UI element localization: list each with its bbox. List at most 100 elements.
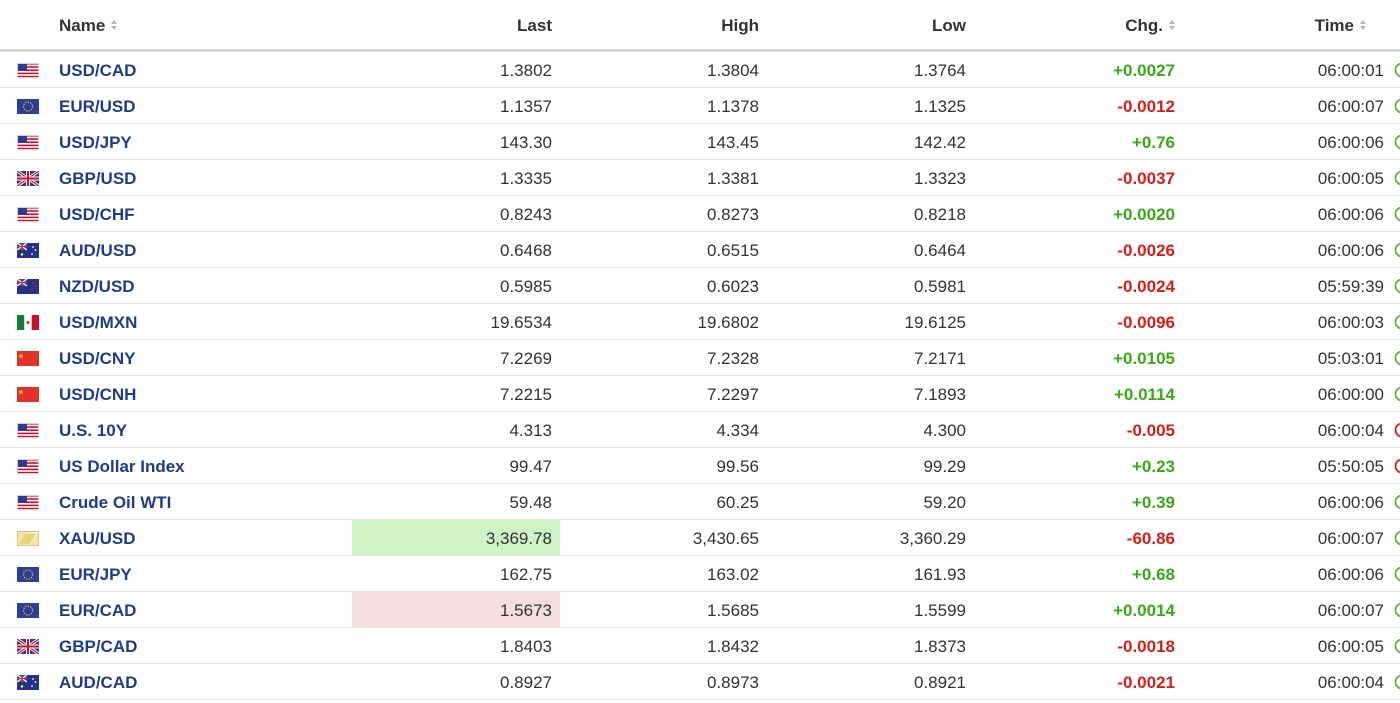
change-value: +0.0020 — [1113, 205, 1175, 224]
instrument-name-link[interactable]: EUR/CAD — [59, 592, 136, 627]
update-time: 06:00:07 — [1317, 601, 1384, 620]
update-time: 06:00:00 — [1317, 385, 1384, 404]
sort-icon — [110, 19, 118, 31]
table-row[interactable]: USD/CHF 0.8243 0.8273 0.8218 +0.0020 06:00:06 — [0, 196, 1400, 232]
market-open-icon — [1394, 170, 1400, 186]
table-row[interactable]: GBP/USD 1.3335 1.3381 1.3323 -0.0037 06:00:05 — [0, 160, 1400, 196]
high-price: 19.6802 — [697, 313, 759, 332]
instrument-name-link[interactable]: USD/CNH — [59, 376, 136, 411]
last-price: 99.47 — [509, 457, 552, 476]
low-price: 0.8218 — [914, 205, 966, 224]
low-price: 0.5981 — [914, 277, 966, 296]
table-row[interactable]: NZD/USD 0.5985 0.6023 0.5981 -0.0024 05:59:39 — [0, 268, 1400, 304]
market-open-icon — [1394, 602, 1400, 618]
instrument-name-link[interactable]: Crude Oil WTI — [59, 484, 171, 519]
market-open-icon — [1394, 638, 1400, 654]
instrument-name-link[interactable]: GBP/CAD — [59, 628, 137, 663]
header-high: High — [721, 16, 759, 35]
table-row[interactable]: GBP/CAD 1.8403 1.8432 1.8373 -0.0018 06:00:05 — [0, 628, 1400, 664]
last-price: 162.75 — [500, 565, 552, 584]
high-price: 143.45 — [707, 133, 759, 152]
table-row[interactable]: AUD/USD 0.6468 0.6515 0.6464 -0.0026 06:00:06 — [0, 232, 1400, 268]
update-time: 05:59:39 — [1317, 277, 1384, 296]
table-row[interactable]: US Dollar Index 99.47 99.56 99.29 +0.23 05:50… — [0, 448, 1400, 484]
change-value: -60.86 — [1126, 529, 1175, 548]
instrument-name-link[interactable]: USD/CNY — [59, 340, 136, 375]
market-open-icon — [1394, 530, 1400, 546]
market-open-icon — [1394, 278, 1400, 294]
change-value: -0.0021 — [1117, 673, 1175, 692]
update-time: 06:00:04 — [1317, 421, 1384, 440]
header-name[interactable]: Name — [59, 0, 118, 52]
instrument-name-link[interactable]: XAU/USD — [59, 520, 136, 555]
instrument-name-link[interactable]: USD/MXN — [59, 304, 137, 339]
sort-icon — [1359, 19, 1367, 31]
instrument-name-link[interactable]: US Dollar Index — [59, 448, 185, 483]
market-open-icon — [1394, 98, 1400, 114]
table-row[interactable]: EUR/USD 1.1357 1.1378 1.1325 -0.0012 06:00:07 — [0, 88, 1400, 124]
table-row[interactable]: AUD/CAD 0.8927 0.8973 0.8921 -0.0021 06:00:04 — [0, 664, 1400, 700]
instrument-name-link[interactable]: U.S. 10Y — [59, 412, 127, 447]
instrument-name-link[interactable]: GBP/USD — [59, 160, 136, 195]
change-value: -0.0024 — [1117, 277, 1175, 296]
table-row[interactable]: USD/CAD 1.3802 1.3804 1.3764 +0.0027 06:00:01 — [0, 52, 1400, 88]
instrument-name-link[interactable]: NZD/USD — [59, 268, 135, 303]
update-time: 06:00:03 — [1317, 313, 1384, 332]
last-price: 7.2269 — [500, 349, 552, 368]
last-price: 4.313 — [509, 421, 552, 440]
table-row[interactable]: USD/JPY 143.30 143.45 142.42 +0.76 06:00:06 — [0, 124, 1400, 160]
update-time: 06:00:06 — [1317, 493, 1384, 512]
table-row[interactable]: U.S. 10Y 4.313 4.334 4.300 -0.005 06:00:04 — [0, 412, 1400, 448]
instrument-name-link[interactable]: AUD/CAD — [59, 664, 137, 699]
low-price: 1.3764 — [914, 61, 966, 80]
au-flag-icon — [17, 675, 39, 690]
low-price: 161.93 — [914, 565, 966, 584]
change-value: +0.0027 — [1113, 61, 1175, 80]
instrument-name-link[interactable]: USD/CAD — [59, 52, 136, 87]
change-value: -0.0026 — [1117, 241, 1175, 260]
table-row[interactable]: USD/CNH 7.2215 7.2297 7.1893 +0.0114 06:00:00 — [0, 376, 1400, 412]
instrument-name-link[interactable]: AUD/USD — [59, 232, 136, 267]
quotes-table: Name Last High Low Chg. Time USD/CAD 1.38… — [0, 0, 1400, 700]
high-price: 1.3381 — [707, 169, 759, 188]
change-value: +0.0114 — [1114, 385, 1175, 404]
instrument-name-link[interactable]: USD/JPY — [59, 124, 132, 159]
market-closed-icon — [1394, 422, 1400, 438]
low-price: 0.8921 — [914, 673, 966, 692]
table-row[interactable]: EUR/JPY 162.75 163.02 161.93 +0.68 06:00:06 — [0, 556, 1400, 592]
change-value: +0.0014 — [1113, 601, 1175, 620]
table-row[interactable]: EUR/CAD 1.5673 1.5685 1.5599 +0.0014 06:00:07 — [0, 592, 1400, 628]
cn-flag-icon — [17, 351, 39, 366]
table-row[interactable]: Crude Oil WTI 59.48 60.25 59.20 +0.39 06:00:0… — [0, 484, 1400, 520]
header-chg[interactable]: Chg. — [1125, 0, 1176, 52]
market-open-icon — [1394, 314, 1400, 330]
update-time: 06:00:06 — [1317, 241, 1384, 260]
high-price: 7.2328 — [707, 349, 759, 368]
update-time: 06:00:07 — [1317, 529, 1384, 548]
high-price: 4.334 — [716, 421, 759, 440]
low-price: 1.8373 — [914, 637, 966, 656]
table-row[interactable]: USD/CNY 7.2269 7.2328 7.2171 +0.0105 05:03:01 — [0, 340, 1400, 376]
table-row[interactable]: XAU/USD 3,369.78 3,430.65 3,360.29 -60.86 06:… — [0, 520, 1400, 556]
us-flag-icon — [17, 63, 39, 78]
header-chg-label: Chg. — [1125, 16, 1163, 35]
market-closed-icon — [1394, 458, 1400, 474]
change-value: +0.23 — [1131, 457, 1175, 476]
change-value: -0.0018 — [1117, 637, 1175, 656]
instrument-name-link[interactable]: EUR/JPY — [59, 556, 132, 591]
us-flag-icon — [17, 459, 39, 474]
eu-flag-icon — [17, 99, 39, 114]
uk-flag-icon — [17, 171, 39, 186]
eu-flag-icon — [17, 567, 39, 582]
header-time[interactable]: Time — [1315, 0, 1367, 52]
high-price: 0.6515 — [707, 241, 759, 260]
high-price: 99.56 — [716, 457, 759, 476]
update-time: 06:00:04 — [1317, 673, 1384, 692]
instrument-name-link[interactable]: EUR/USD — [59, 88, 136, 123]
table-row[interactable]: USD/MXN 19.6534 19.6802 19.6125 -0.0096 06:00… — [0, 304, 1400, 340]
update-time: 06:00:07 — [1317, 97, 1384, 116]
low-price: 0.6464 — [914, 241, 966, 260]
us-flag-icon — [17, 423, 39, 438]
instrument-name-link[interactable]: USD/CHF — [59, 196, 135, 231]
last-price: 0.8243 — [500, 205, 552, 224]
